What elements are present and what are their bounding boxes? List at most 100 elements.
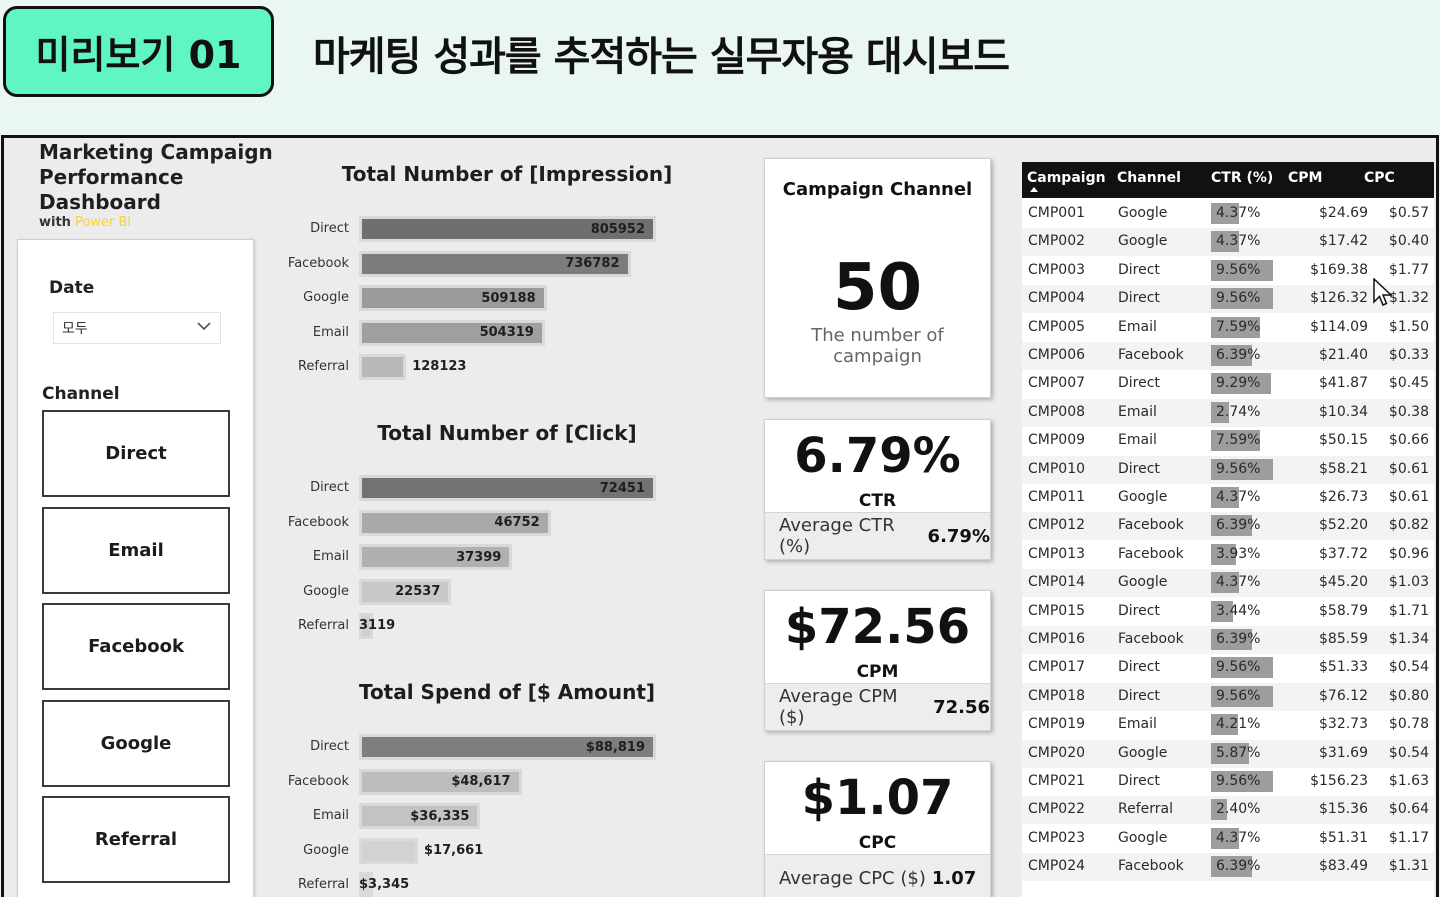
- bar[interactable]: 736782: [359, 250, 631, 277]
- table-row[interactable]: CMP005 Email 7.59% $114.09 $1.50: [1022, 314, 1434, 342]
- table-row[interactable]: CMP001 Google 4.37% $24.69 $0.57: [1022, 200, 1434, 228]
- bar[interactable]: 509188: [359, 285, 547, 311]
- table-row[interactable]: CMP017 Direct 9.56% $51.33 $0.54: [1022, 654, 1434, 682]
- bar-category-label: Facebook: [287, 255, 349, 271]
- cpc-value: $1.07: [801, 770, 954, 826]
- cell-channel: Facebook: [1118, 545, 1184, 562]
- chart-title: Total Number of [Click]: [377, 421, 637, 445]
- bar[interactable]: 46752: [359, 509, 551, 536]
- cell-cpc: $0.96: [1388, 545, 1429, 562]
- bar-category-label: Email: [312, 324, 349, 340]
- table-row[interactable]: CMP013 Facebook 3.93% $37.72 $0.96: [1022, 541, 1434, 569]
- cell-campaign: CMP001: [1028, 205, 1086, 221]
- cell-cpc: $0.33: [1388, 347, 1429, 363]
- campaign-table: Campaign Channel CTR (%) CPM CPC CMP001 G…: [1022, 162, 1434, 897]
- bar-category-label: Direct: [310, 480, 349, 495]
- cell-cpc: $0.66: [1388, 432, 1429, 449]
- table-row[interactable]: CMP010 Direct 9.56% $58.21 $0.61: [1022, 455, 1434, 484]
- bar[interactable]: 805952: [359, 216, 656, 242]
- bar-data-label: $3,345: [359, 877, 410, 892]
- sort-ascending-icon: [1030, 187, 1038, 192]
- chart-title: Total Number of [Impression]: [341, 162, 673, 186]
- col-header-cpm[interactable]: CPM: [1288, 170, 1322, 186]
- table-row[interactable]: CMP024 Facebook 6.39% $83.49 $1.31: [1022, 853, 1434, 882]
- table-row[interactable]: CMP008 Email 2.74% $10.34 $0.38: [1022, 398, 1434, 427]
- bar[interactable]: 72451: [359, 475, 656, 501]
- channel-button-referral[interactable]: Referral: [42, 796, 230, 883]
- cell-ctr: 2.40%: [1216, 801, 1261, 818]
- cell-ctr: 6.39%: [1216, 517, 1261, 534]
- cpc-footer: Average CPC ($) 1.07: [765, 854, 990, 897]
- campaign-count-value: 50: [832, 251, 923, 325]
- table-row[interactable]: CMP011 Google 4.37% $26.73 $0.61: [1022, 484, 1434, 512]
- cell-campaign: CMP023: [1028, 829, 1086, 846]
- cell-cpm: $50.15: [1319, 432, 1368, 449]
- table-row[interactable]: CMP021 Direct 9.56% $156.23 $1.63: [1022, 768, 1434, 796]
- table-row[interactable]: CMP022 Referral 2.40% $15.36 $0.64: [1022, 796, 1434, 825]
- table-row[interactable]: CMP006 Facebook 6.39% $21.40 $0.33: [1022, 342, 1434, 370]
- bar[interactable]: 37399: [359, 544, 513, 570]
- cell-campaign: CMP015: [1028, 602, 1086, 619]
- table-row[interactable]: CMP020 Google 5.87% $31.69 $0.54: [1022, 739, 1434, 768]
- table-row[interactable]: CMP007 Direct 9.29% $41.87 $0.45: [1022, 370, 1434, 398]
- channel-button-facebook[interactable]: Facebook: [42, 603, 230, 690]
- cell-cpm: $83.49: [1319, 858, 1368, 875]
- bar[interactable]: $36,335: [359, 803, 481, 829]
- table-row[interactable]: CMP002 Google 4.37% $17.42 $0.40: [1022, 228, 1434, 257]
- ctr-label: CTR: [858, 491, 897, 511]
- col-header-ctr[interactable]: CTR (%): [1211, 170, 1273, 186]
- bar[interactable]: $48,617: [359, 768, 522, 795]
- bar-category-label: Email: [312, 549, 349, 564]
- date-dropdown[interactable]: 모두: [53, 312, 221, 344]
- bar[interactable]: 504319: [359, 319, 545, 346]
- bar[interactable]: [359, 837, 419, 864]
- cell-cpc: $0.80: [1388, 687, 1429, 704]
- cell-cpm: $51.33: [1319, 659, 1368, 676]
- table-row[interactable]: CMP014 Google 4.37% $45.20 $1.03: [1022, 569, 1434, 598]
- channel-button-direct[interactable]: Direct: [42, 410, 230, 497]
- cell-channel: Direct: [1118, 659, 1160, 676]
- cell-campaign: CMP013: [1028, 545, 1086, 562]
- bar[interactable]: 22537: [359, 578, 452, 605]
- cell-cpc: $1.31: [1388, 858, 1429, 875]
- table-row[interactable]: CMP016 Facebook 6.39% $85.59 $1.34: [1022, 626, 1434, 654]
- col-header-channel[interactable]: Channel: [1117, 170, 1181, 186]
- cell-ctr: 3.44%: [1216, 602, 1261, 619]
- cell-cpm: $21.40: [1319, 347, 1368, 363]
- cell-channel: Google: [1118, 574, 1168, 591]
- table-row[interactable]: CMP019 Email 4.21% $32.73 $0.78: [1022, 711, 1434, 739]
- table-header: Campaign Channel CTR (%) CPM CPC: [1022, 162, 1434, 198]
- ctr-card: 6.79% CTR Average CTR (%) 6.79%: [764, 419, 991, 560]
- cell-ctr: 5.87%: [1216, 744, 1261, 761]
- table-row[interactable]: CMP015 Direct 3.44% $58.79 $1.71: [1022, 598, 1434, 626]
- cell-ctr: 4.37%: [1216, 829, 1261, 846]
- cell-campaign: CMP007: [1028, 375, 1086, 392]
- cell-channel: Facebook: [1118, 858, 1184, 875]
- campaign-count-caption: The number of campaign: [811, 325, 944, 367]
- col-header-cpc[interactable]: CPC: [1364, 170, 1395, 186]
- cell-cpc: $0.38: [1388, 403, 1429, 420]
- cell-channel: Facebook: [1118, 631, 1184, 647]
- bar-category-label: Direct: [310, 739, 349, 754]
- bar-category-label: Referral: [297, 877, 349, 892]
- table-row[interactable]: CMP018 Direct 9.56% $76.12 $0.80: [1022, 682, 1434, 711]
- table-row[interactable]: CMP023 Google 4.37% $51.31 $1.17: [1022, 825, 1434, 853]
- channel-button-google[interactable]: Google: [42, 700, 230, 787]
- ctr-footer: Average CTR (%) 6.79%: [765, 512, 990, 559]
- bar[interactable]: $88,819: [359, 734, 656, 760]
- col-header-campaign[interactable]: Campaign: [1027, 170, 1106, 186]
- table-row[interactable]: CMP012 Facebook 6.39% $52.20 $0.82: [1022, 512, 1434, 541]
- cell-campaign: CMP016: [1028, 631, 1086, 647]
- cell-channel: Email: [1118, 318, 1157, 335]
- channel-button-email[interactable]: Email: [42, 507, 230, 594]
- cell-cpm: $58.79: [1319, 602, 1368, 619]
- cell-campaign: CMP009: [1028, 432, 1086, 449]
- table-row[interactable]: CMP009 Email 7.59% $50.15 $0.66: [1022, 427, 1434, 455]
- title-line: Marketing Campaign: [39, 140, 273, 164]
- bar[interactable]: [359, 354, 407, 380]
- cell-channel: Email: [1118, 432, 1157, 449]
- cell-cpm: $37.72: [1319, 545, 1368, 562]
- cell-cpc: $1.03: [1388, 574, 1429, 591]
- cell-channel: Direct: [1118, 261, 1160, 278]
- cell-channel: Email: [1118, 716, 1157, 733]
